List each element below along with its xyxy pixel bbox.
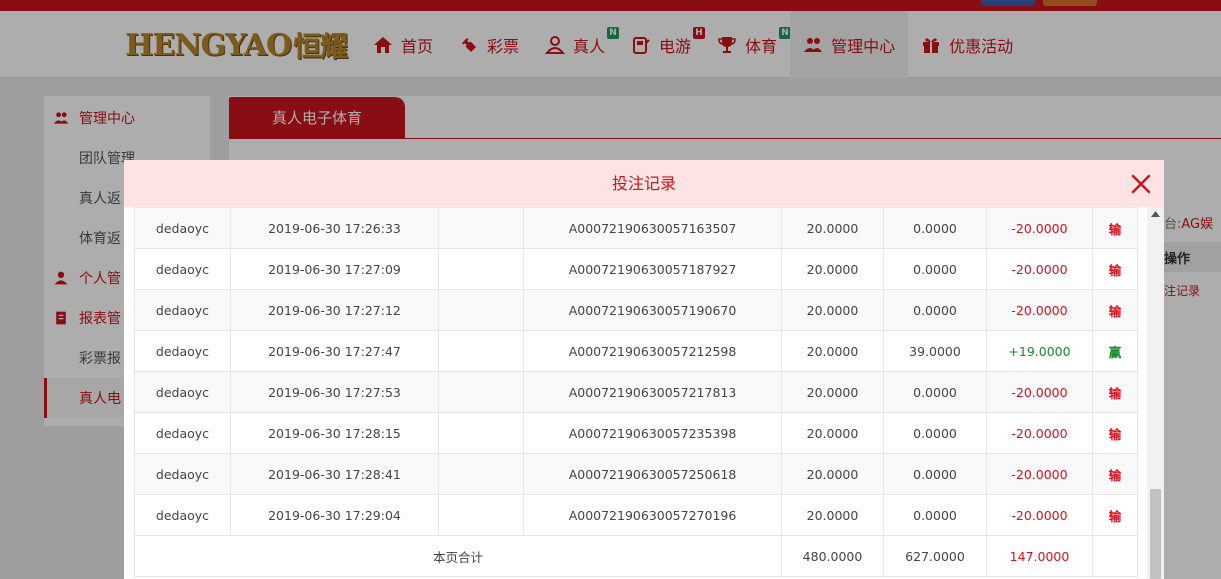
cell-result: -20.0000 xyxy=(986,412,1093,454)
cell-blank xyxy=(438,207,524,249)
cell-order: A00072190630057270196 xyxy=(523,494,782,536)
cell-status: 输 xyxy=(1092,248,1138,290)
cell-blank xyxy=(438,494,524,536)
total-empty xyxy=(1092,535,1138,577)
cell-status: 输 xyxy=(1092,207,1138,249)
table-row: dedaoyc 2019-06-30 17:27:12 A0007219063005… xyxy=(134,289,1138,331)
cell-time: 2019-06-30 17:27:53 xyxy=(230,371,439,413)
cell-order: A00072190630057187927 xyxy=(523,248,782,290)
cell-result: +19.0000 xyxy=(986,330,1093,372)
table-row: dedaoyc 2019-06-30 17:27:47 A0007219063005… xyxy=(134,330,1138,372)
cell-order: A00072190630057190670 xyxy=(523,289,782,331)
cell-order: A00072190630057250618 xyxy=(523,453,782,495)
cell-result: -20.0000 xyxy=(986,494,1093,536)
cell-bet: 20.0000 xyxy=(781,248,884,290)
cell-user: dedaoyc xyxy=(134,494,231,536)
cell-payout: 0.0000 xyxy=(883,453,987,495)
cell-payout: 0.0000 xyxy=(883,289,987,331)
cell-result: -20.0000 xyxy=(986,289,1093,331)
cell-bet: 20.0000 xyxy=(781,453,884,495)
cell-time: 2019-06-30 17:26:33 xyxy=(230,207,439,249)
total-payout: 627.0000 xyxy=(883,535,987,577)
cell-user: dedaoyc xyxy=(134,371,231,413)
cell-user: dedaoyc xyxy=(134,453,231,495)
cell-bet: 20.0000 xyxy=(781,207,884,249)
cell-payout: 0.0000 xyxy=(883,248,987,290)
cell-bet: 20.0000 xyxy=(781,412,884,454)
cell-time: 2019-06-30 17:27:09 xyxy=(230,248,439,290)
cell-user: dedaoyc xyxy=(134,248,231,290)
cell-bet: 20.0000 xyxy=(781,494,884,536)
cell-payout: 0.0000 xyxy=(883,412,987,454)
table-row: dedaoyc 2019-06-30 17:27:09 A0007219063005… xyxy=(134,248,1138,290)
modal-title: 投注记录 xyxy=(611,174,676,193)
modal-body: dedaoyc 2019-06-30 17:26:33 A0007219063005… xyxy=(134,207,1138,579)
cell-status: 输 xyxy=(1092,412,1138,454)
cell-status: 输 xyxy=(1092,494,1138,536)
cell-status: 输 xyxy=(1092,289,1138,331)
table-total-row: 本页合计 480.0000 627.0000 147.0000 xyxy=(134,535,1138,577)
scrollbar-thumb[interactable] xyxy=(1150,489,1161,579)
total-result: 147.0000 xyxy=(986,535,1093,577)
cell-result: -20.0000 xyxy=(986,453,1093,495)
cell-bet: 20.0000 xyxy=(781,289,884,331)
close-icon[interactable] xyxy=(1130,173,1152,195)
cell-result: -20.0000 xyxy=(986,207,1093,249)
cell-order: A00072190630057212598 xyxy=(523,330,782,372)
cell-bet: 20.0000 xyxy=(781,371,884,413)
cell-payout: 0.0000 xyxy=(883,371,987,413)
cell-bet: 20.0000 xyxy=(781,330,884,372)
cell-user: dedaoyc xyxy=(134,412,231,454)
cell-result: -20.0000 xyxy=(986,371,1093,413)
cell-time: 2019-06-30 17:27:12 xyxy=(230,289,439,331)
cell-blank xyxy=(438,289,524,331)
cell-blank xyxy=(438,371,524,413)
cell-time: 2019-06-30 17:28:15 xyxy=(230,412,439,454)
table-row: dedaoyc 2019-06-30 17:28:15 A0007219063005… xyxy=(134,412,1138,454)
cell-user: dedaoyc xyxy=(134,330,231,372)
cell-blank xyxy=(438,453,524,495)
table-row: dedaoyc 2019-06-30 17:26:33 A0007219063005… xyxy=(134,207,1138,249)
cell-payout: 39.0000 xyxy=(883,330,987,372)
cell-time: 2019-06-30 17:27:47 xyxy=(230,330,439,372)
cell-time: 2019-06-30 17:28:41 xyxy=(230,453,439,495)
cell-payout: 0.0000 xyxy=(883,207,987,249)
cell-user: dedaoyc xyxy=(134,207,231,249)
cell-blank xyxy=(438,248,524,290)
cell-order: A00072190630057235398 xyxy=(523,412,782,454)
cell-user: dedaoyc xyxy=(134,289,231,331)
cell-status: 输 xyxy=(1092,453,1138,495)
cell-time: 2019-06-30 17:29:04 xyxy=(230,494,439,536)
cell-result: -20.0000 xyxy=(986,248,1093,290)
cell-payout: 0.0000 xyxy=(883,494,987,536)
cell-blank xyxy=(438,330,524,372)
total-bet: 480.0000 xyxy=(781,535,884,577)
bet-record-rows: dedaoyc 2019-06-30 17:26:33 A0007219063005… xyxy=(134,207,1138,577)
table-row: dedaoyc 2019-06-30 17:29:04 A0007219063005… xyxy=(134,494,1138,536)
cell-status: 赢 xyxy=(1092,330,1138,372)
table-row: dedaoyc 2019-06-30 17:28:41 A0007219063005… xyxy=(134,453,1138,495)
cell-blank xyxy=(438,412,524,454)
scroll-up-icon[interactable] xyxy=(1147,207,1164,221)
cell-order: A00072190630057163507 xyxy=(523,207,782,249)
modal-header: 投注记录 xyxy=(124,160,1164,207)
bet-record-modal: 投注记录 dedaoyc 2019-06-30 17:26:33 A00072190… xyxy=(124,160,1164,579)
table-row: dedaoyc 2019-06-30 17:27:53 A0007219063005… xyxy=(134,371,1138,413)
cell-status: 输 xyxy=(1092,371,1138,413)
cell-order: A00072190630057217813 xyxy=(523,371,782,413)
bet-record-table: dedaoyc 2019-06-30 17:26:33 A0007219063005… xyxy=(134,207,1138,577)
total-label: 本页合计 xyxy=(134,535,782,577)
